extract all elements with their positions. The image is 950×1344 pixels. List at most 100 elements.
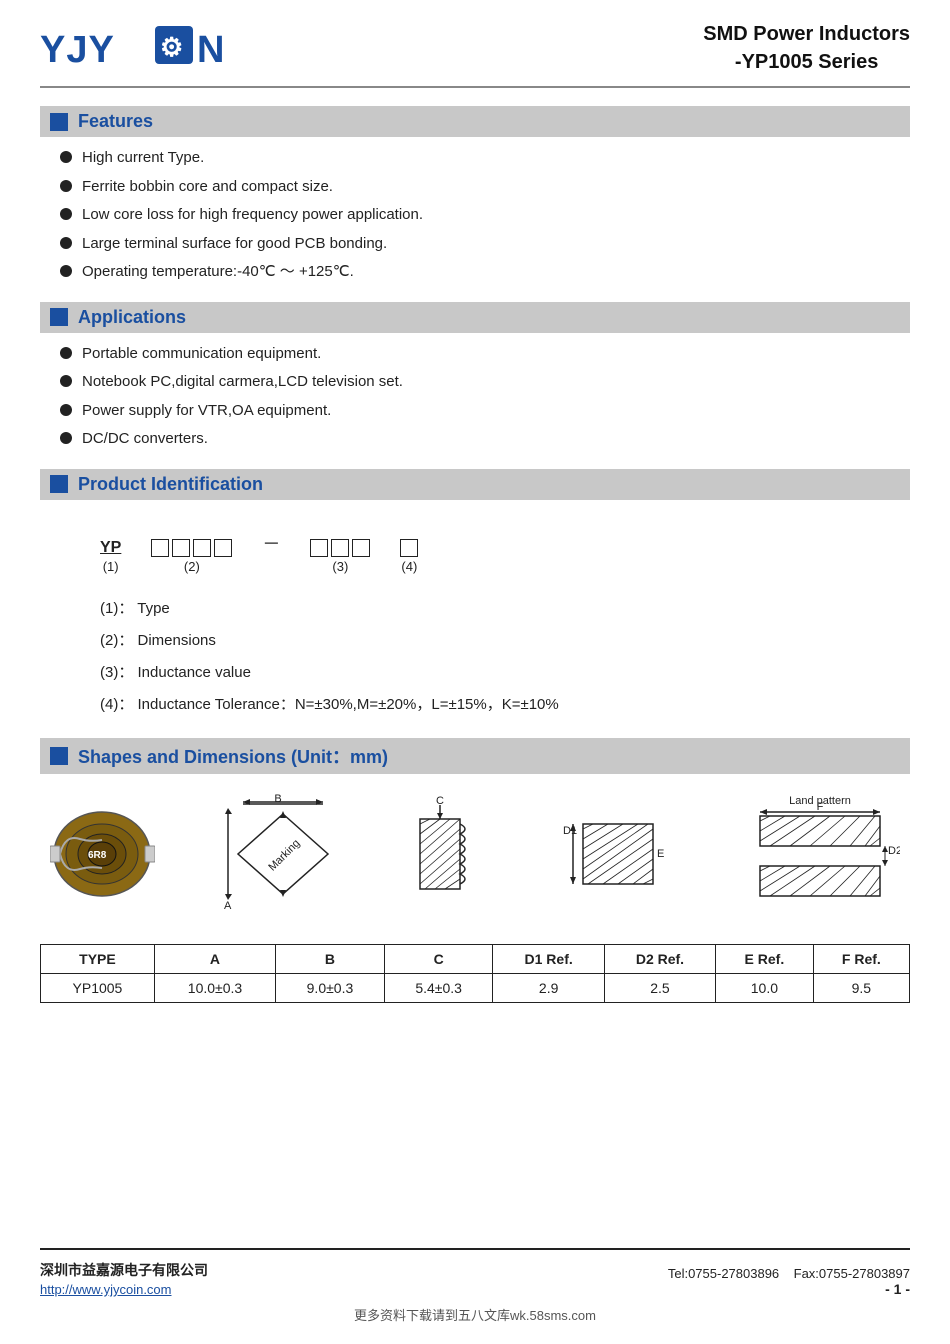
pid-box — [151, 539, 169, 557]
pid-label-4: (4) — [401, 559, 417, 574]
pid-label-3: (3) — [332, 559, 348, 574]
list-item: Low core loss for high frequency power a… — [60, 204, 910, 227]
features-title: Features — [78, 111, 153, 132]
svg-text:6R8: 6R8 — [88, 850, 107, 861]
td-d2: 2.5 — [604, 973, 715, 1002]
shapes-blue-square — [50, 747, 68, 765]
watermark: 更多资料下载请到五八文库wk.58sms.com — [40, 1305, 910, 1324]
td-e: 10.0 — [716, 973, 814, 1002]
pid-group-4: (4) — [400, 539, 418, 574]
pid-prefix: YP — [100, 539, 121, 557]
list-item: Portable communication equipment. — [60, 343, 910, 366]
diamond-drawing: B Marking A — [218, 794, 348, 914]
footer-right: Tel:0755-27803896 Fax:0755-27803897 - 1 … — [668, 1266, 910, 1297]
th-f: F Ref. — [813, 944, 909, 973]
pid-box — [310, 539, 328, 557]
shapes-diagrams: 6R8 B Marking A — [40, 784, 910, 934]
td-f: 9.5 — [813, 973, 909, 1002]
svg-text:N: N — [197, 29, 224, 71]
pid-box — [214, 539, 232, 557]
applications-list: Portable communication equipment. Notebo… — [40, 343, 910, 463]
list-item: DC/DC converters. — [60, 428, 910, 451]
pid-group-2: (2) — [151, 539, 232, 574]
svg-text:YJY: YJY — [40, 29, 115, 71]
page-header: YJY ⚙ N 益嘉源 SMD Power Inductors -YP1005 … — [40, 20, 910, 88]
th-d1: D1 Ref. — [493, 944, 604, 973]
td-c: 5.4±0.3 — [384, 973, 493, 1002]
svg-text:E: E — [657, 848, 664, 860]
features-list: High current Type. Ferrite bobbin core a… — [40, 147, 910, 296]
footer-page-number: - 1 - — [668, 1281, 910, 1297]
inductor-drawing: 6R8 — [50, 804, 155, 904]
td-a: 10.0±0.3 — [154, 973, 275, 1002]
features-section-header: Features — [40, 106, 910, 137]
pid-boxes-2 — [151, 539, 232, 557]
product-id-section-header: Product Identification — [40, 469, 910, 500]
pid-box — [400, 539, 418, 557]
shapes-section-header: Shapes and Dimensions (Unit：mm) — [40, 738, 910, 774]
pid-desc-1: (1)： Type — [100, 594, 870, 624]
footer-contact: Tel:0755-27803896 Fax:0755-27803897 — [668, 1266, 910, 1281]
pid-group-1: YP (1) — [100, 539, 121, 574]
features-blue-square — [50, 113, 68, 131]
pid-box — [352, 539, 370, 557]
c-shape-drawing: C — [410, 794, 495, 914]
bullet-dot — [60, 347, 72, 359]
pid-dash: － — [262, 530, 280, 574]
th-b: B — [276, 944, 385, 973]
td-type: YP1005 — [41, 973, 155, 1002]
th-e: E Ref. — [716, 944, 814, 973]
bullet-dot — [60, 208, 72, 220]
bullet-dot — [60, 151, 72, 163]
pid-box — [193, 539, 211, 557]
footer-left: 深圳市益嘉源电子有限公司 http://www.yjycoin.com — [40, 1260, 208, 1297]
applications-blue-square — [50, 308, 68, 326]
bullet-dot — [60, 375, 72, 387]
footer-company: 深圳市益嘉源电子有限公司 — [40, 1260, 208, 1280]
side-view-drawing: D1 E — [558, 794, 678, 914]
bullet-dot — [60, 265, 72, 277]
td-d1: 2.9 — [493, 973, 604, 1002]
product-id-blue-square — [50, 475, 68, 493]
logo-svg: YJY ⚙ N 益嘉源 — [40, 20, 240, 75]
pid-boxes-4 — [400, 539, 418, 557]
bullet-dot — [60, 180, 72, 192]
pid-label-2: (2) — [184, 559, 200, 574]
td-b: 9.0±0.3 — [276, 973, 385, 1002]
pid-desc-2: (2)： Dimensions — [100, 626, 870, 656]
bullet-dot — [60, 237, 72, 249]
list-item: Ferrite bobbin core and compact size. — [60, 176, 910, 199]
product-id-title: Product Identification — [78, 474, 263, 495]
list-item: Notebook PC,digital carmera,LCD televisi… — [60, 371, 910, 394]
pid-descriptions: (1)： Type (2)： Dimensions (3)： Inductanc… — [40, 584, 910, 732]
pid-label-1: (1) — [103, 559, 119, 574]
bullet-dot — [60, 432, 72, 444]
dimensions-table: TYPE A B C D1 Ref. D2 Ref. E Ref. F Ref.… — [40, 944, 910, 1003]
land-pattern-drawing: Land pattern F — [740, 794, 900, 914]
list-item: Power supply for VTR,OA equipment. — [60, 400, 910, 423]
th-c: C — [384, 944, 493, 973]
footer-website-link[interactable]: http://www.yjycoin.com — [40, 1282, 208, 1297]
svg-text:F: F — [817, 801, 824, 813]
pid-group-3: (3) — [310, 539, 370, 574]
shapes-title: Shapes and Dimensions (Unit：mm) — [78, 743, 388, 769]
page-footer: 深圳市益嘉源电子有限公司 http://www.yjycoin.com Tel:… — [40, 1248, 910, 1297]
product-id-diagram: YP (1) (2) － (3) — [40, 510, 910, 584]
logo-area: YJY ⚙ N 益嘉源 — [40, 20, 240, 75]
list-item: High current Type. — [60, 147, 910, 170]
header-title: SMD Power Inductors -YP1005 Series — [703, 20, 910, 76]
pid-boxes-3 — [310, 539, 370, 557]
svg-text:B: B — [274, 794, 281, 805]
pid-desc-3: (3)： Inductance value — [100, 658, 870, 688]
th-a: A — [154, 944, 275, 973]
pid-box — [172, 539, 190, 557]
table-header-row: TYPE A B C D1 Ref. D2 Ref. E Ref. F Ref. — [41, 944, 910, 973]
applications-title: Applications — [78, 307, 186, 328]
applications-section-header: Applications — [40, 302, 910, 333]
svg-text:A: A — [224, 900, 232, 912]
pid-desc-4: (4)： Inductance Tolerance：N=±30%,M=±20%，… — [100, 690, 870, 720]
th-d2: D2 Ref. — [604, 944, 715, 973]
bullet-dot — [60, 404, 72, 416]
svg-text:⚙: ⚙ — [160, 32, 183, 62]
table-row: YP1005 10.0±0.3 9.0±0.3 5.4±0.3 2.9 2.5 … — [41, 973, 910, 1002]
